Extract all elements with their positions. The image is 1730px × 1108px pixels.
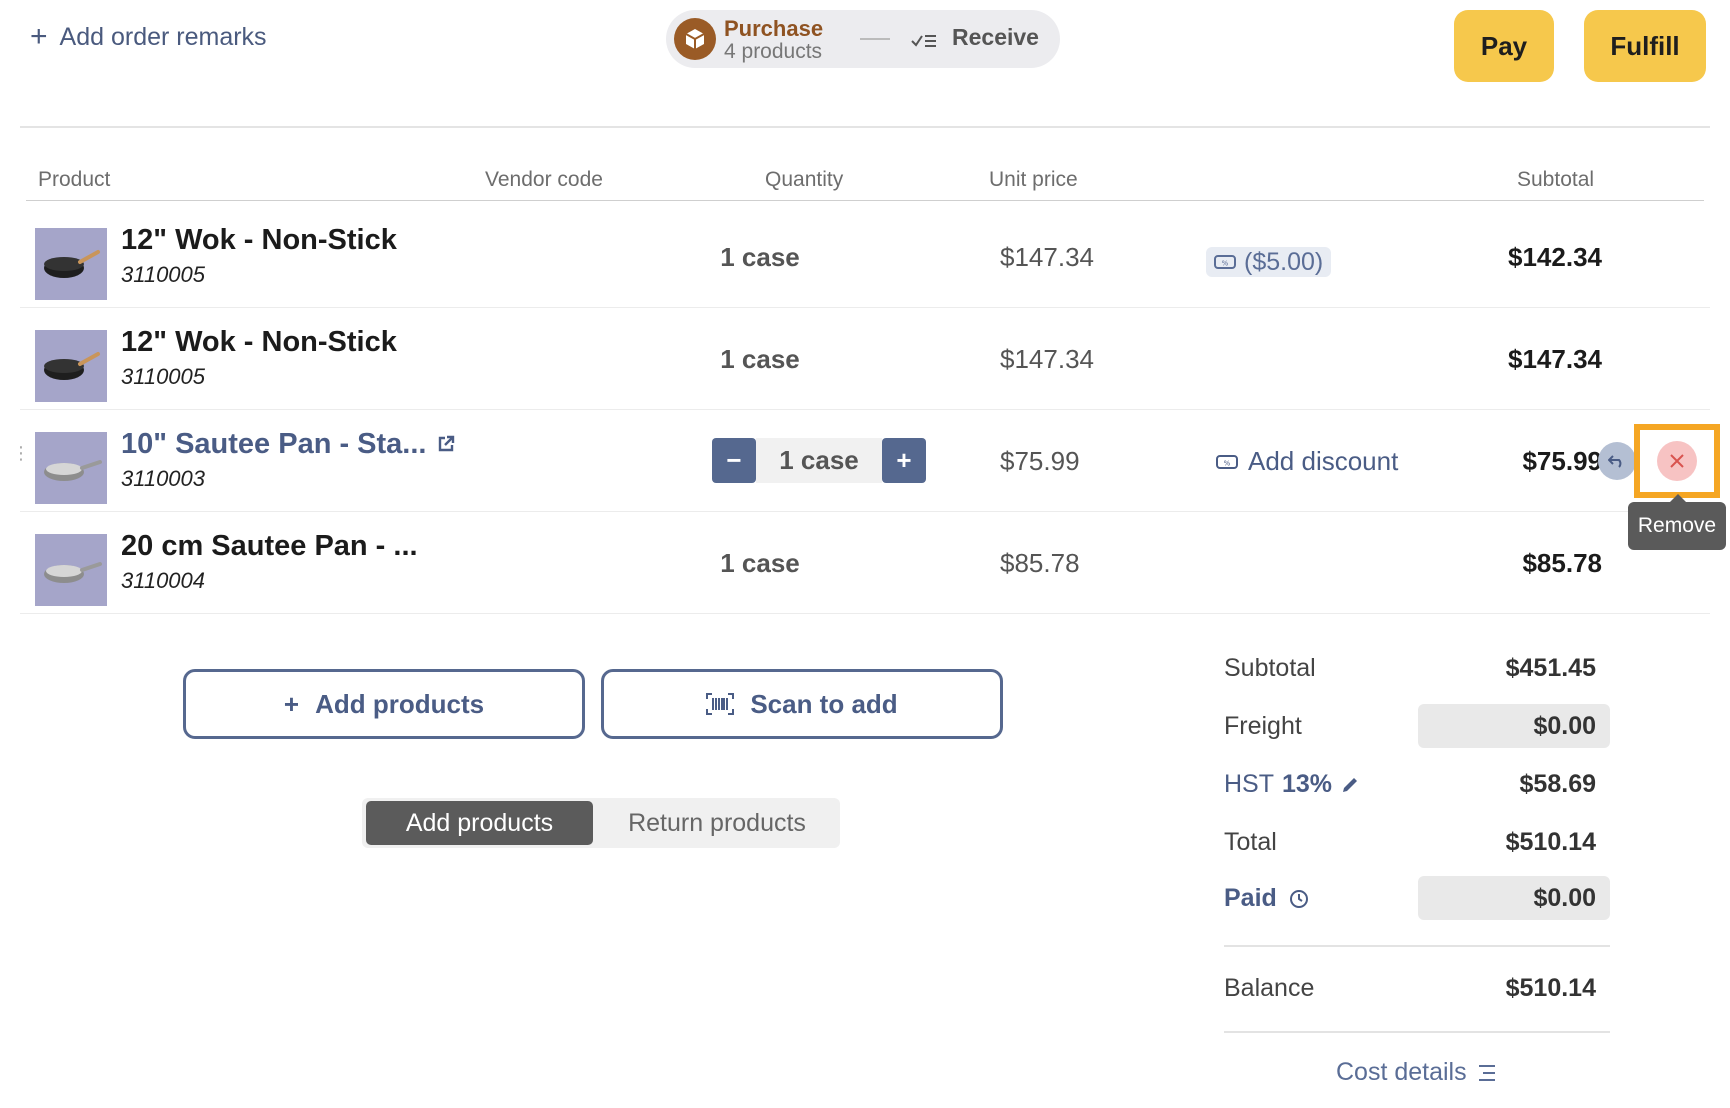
balance-label: Balance bbox=[1224, 974, 1315, 1002]
paid-value: $0.00 bbox=[1533, 884, 1596, 912]
total-label: Total bbox=[1224, 828, 1277, 856]
discount-tag-icon: % bbox=[1216, 454, 1238, 469]
table-row: 20 cm Sautee Pan - ... 3110004 1 case $8… bbox=[20, 512, 1710, 614]
external-link-icon[interactable] bbox=[436, 429, 456, 462]
subtotal-value: $451.45 bbox=[1505, 654, 1596, 682]
product-name: 12" Wok - Non-Stick bbox=[121, 224, 397, 256]
discount-amount: ($5.00) bbox=[1244, 247, 1324, 276]
tooltip-arrow bbox=[1670, 494, 1686, 502]
barcode-scan-icon bbox=[706, 693, 735, 715]
quantity-input[interactable]: 1 case bbox=[756, 438, 882, 483]
step-connector bbox=[860, 38, 890, 40]
product-thumbnail bbox=[35, 330, 107, 402]
step-receive-label: Receive bbox=[952, 24, 1039, 50]
undo-icon[interactable] bbox=[1598, 442, 1636, 480]
quantity-stepper: − 1 case + bbox=[712, 438, 926, 483]
freight-label: Freight bbox=[1224, 712, 1302, 740]
product-thumbnail bbox=[35, 228, 107, 300]
unit-price: $147.34 bbox=[1000, 242, 1094, 272]
add-order-remarks-label: Add order remarks bbox=[59, 22, 267, 51]
pay-button[interactable]: Pay bbox=[1454, 10, 1554, 82]
svg-text:%: % bbox=[1222, 260, 1229, 268]
mode-add-products[interactable]: Add products bbox=[366, 801, 593, 845]
row-subtotal: $75.99 bbox=[1522, 446, 1602, 476]
divider bbox=[20, 126, 1710, 128]
add-products-button[interactable]: + Add products bbox=[183, 669, 585, 739]
add-products-label: Add products bbox=[315, 688, 485, 719]
close-icon bbox=[1670, 454, 1684, 468]
clock-icon bbox=[1289, 889, 1308, 908]
column-header-quantity: Quantity bbox=[765, 168, 844, 191]
row-subtotal: $142.34 bbox=[1508, 242, 1602, 272]
product-sku: 3110004 bbox=[121, 568, 206, 593]
checklist-icon bbox=[910, 30, 938, 55]
totals-divider bbox=[1224, 1031, 1610, 1033]
order-status-stepper: Purchase 4 products Receive bbox=[666, 10, 1060, 68]
row-subtotal: $85.78 bbox=[1522, 548, 1602, 578]
paid-label: Paid bbox=[1224, 884, 1277, 912]
row-subtotal: $147.34 bbox=[1508, 344, 1602, 374]
cost-details-link[interactable]: Cost details bbox=[1336, 1058, 1497, 1087]
discount-chip[interactable]: % ($5.00) bbox=[1206, 247, 1332, 277]
table-row-editing: ⋮⋮ 10" Sautee Pan - Sta... 3110003 − 1 c… bbox=[12, 410, 1720, 512]
product-name: 10" Sautee Pan - Sta... bbox=[121, 428, 427, 460]
column-header-vendor-code: Vendor code bbox=[485, 168, 603, 191]
product-name: 20 cm Sautee Pan - ... bbox=[121, 530, 418, 562]
cost-details-label: Cost details bbox=[1336, 1058, 1467, 1086]
pencil-icon bbox=[1343, 777, 1358, 792]
totals-divider bbox=[1224, 945, 1610, 947]
paid-link[interactable]: Paid bbox=[1224, 884, 1309, 913]
svg-text:%: % bbox=[1224, 459, 1231, 467]
product-sku: 3110005 bbox=[121, 262, 206, 287]
step-purchase-count: 4 products bbox=[724, 40, 823, 63]
product-thumbnail bbox=[35, 534, 107, 606]
scan-to-add-button[interactable]: Scan to add bbox=[601, 669, 1003, 739]
increase-quantity-button[interactable]: + bbox=[882, 438, 926, 483]
quantity-value: 1 case bbox=[720, 242, 800, 272]
add-order-remarks-link[interactable]: + Add order remarks bbox=[30, 22, 267, 52]
product-thumbnail bbox=[35, 432, 107, 504]
unit-price: $85.78 bbox=[1000, 548, 1080, 578]
tax-rate: 13% bbox=[1282, 770, 1333, 798]
tax-rate-link[interactable]: HST 13% bbox=[1224, 770, 1360, 799]
product-name: 12" Wok - Non-Stick bbox=[121, 326, 397, 358]
column-header-unit-price: Unit price bbox=[989, 168, 1078, 191]
plus-icon: + bbox=[283, 688, 300, 719]
quantity-value: 1 case bbox=[720, 344, 800, 374]
freight-value: $0.00 bbox=[1533, 712, 1596, 740]
decrease-quantity-button[interactable]: − bbox=[712, 438, 756, 483]
product-sku: 3110005 bbox=[121, 364, 206, 389]
table-row: 12" Wok - Non-Stick 3110005 1 case $147.… bbox=[20, 206, 1710, 308]
total-value: $510.14 bbox=[1505, 828, 1596, 856]
fulfill-button[interactable]: Fulfill bbox=[1584, 10, 1706, 82]
product-name-link[interactable]: 10" Sautee Pan - Sta... bbox=[121, 428, 456, 462]
unit-price[interactable]: $75.99 bbox=[1000, 446, 1080, 477]
tax-label: HST bbox=[1224, 770, 1274, 798]
product-sku: 3110003 bbox=[121, 466, 206, 491]
list-icon bbox=[1478, 1064, 1495, 1081]
mode-return-products[interactable]: Return products bbox=[598, 801, 836, 845]
add-discount-link[interactable]: % Add discount bbox=[1216, 446, 1398, 477]
quantity-value: 1 case bbox=[720, 548, 800, 578]
discount-tag-icon: % bbox=[1214, 255, 1236, 269]
add-discount-label: Add discount bbox=[1248, 446, 1399, 476]
package-icon bbox=[674, 18, 716, 60]
scan-to-add-label: Scan to add bbox=[750, 688, 898, 719]
remove-highlight bbox=[1634, 424, 1720, 498]
remove-row-button[interactable] bbox=[1657, 441, 1697, 481]
unit-price: $147.34 bbox=[1000, 344, 1094, 374]
plus-icon: + bbox=[30, 20, 48, 53]
product-mode-toggle: Add products Return products bbox=[362, 798, 840, 848]
table-row: 12" Wok - Non-Stick 3110005 1 case $147.… bbox=[20, 308, 1710, 410]
balance-value: $510.14 bbox=[1505, 974, 1596, 1002]
column-header-subtotal: Subtotal bbox=[1517, 168, 1595, 191]
tax-value: $58.69 bbox=[1519, 770, 1596, 798]
header-divider bbox=[26, 200, 1704, 201]
subtotal-label: Subtotal bbox=[1224, 654, 1316, 682]
column-header-product: Product bbox=[38, 168, 111, 191]
step-purchase-title: Purchase bbox=[724, 16, 824, 41]
